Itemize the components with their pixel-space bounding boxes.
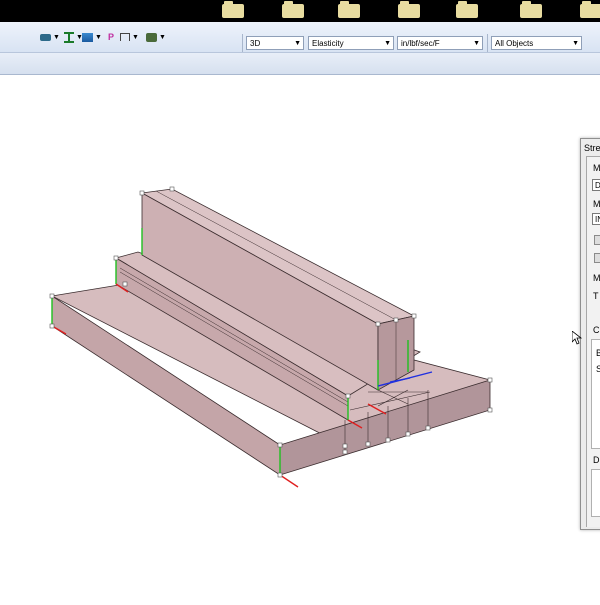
folder-icon [398, 1, 420, 18]
folder-icon [456, 1, 478, 18]
toolbar-separator [242, 34, 243, 52]
model-viewport[interactable] [0, 75, 600, 600]
model-render[interactable] [0, 75, 600, 600]
chevron-down-icon: ▼ [159, 33, 166, 41]
chevron-down-icon: ▼ [132, 33, 139, 41]
dialog-field[interactable]: D [592, 179, 600, 191]
camera-icon [146, 32, 157, 42]
dialog-body: M D M IN M T C B S D [586, 156, 600, 527]
dialog-label: D [593, 455, 600, 465]
analysis-type-select[interactable]: Elasticity ▼ [308, 36, 394, 50]
layer-icon [82, 32, 93, 42]
dialog-label: T [593, 291, 599, 301]
view-mode-select[interactable]: 3D ▼ [246, 36, 304, 50]
dialog-label: S [596, 364, 600, 374]
units-value: in/lbf/sec/F [401, 39, 440, 48]
dialog-field[interactable]: IN [592, 213, 600, 225]
dialog-title: Stre [584, 143, 600, 153]
folder-icon [520, 1, 542, 18]
chevron-down-icon: ▼ [384, 40, 391, 47]
chevron-down-icon: ▼ [53, 33, 60, 41]
dialog-label: M [593, 163, 600, 173]
chevron-down-icon: ▼ [95, 33, 102, 41]
dialog-label: M [593, 273, 600, 283]
chevron-down-icon: ▼ [572, 40, 579, 47]
dialog-label: M [593, 199, 600, 209]
object-filter-value: All Objects [495, 39, 534, 48]
secondary-toolbar [0, 53, 600, 75]
dialog-checkbox[interactable] [594, 235, 600, 245]
dialog-group-box: B S [591, 339, 600, 449]
shape-tool-button[interactable]: ▼ [40, 30, 60, 44]
view-mode-value: 3D [250, 39, 261, 48]
camera-tool-button[interactable]: ▼ [146, 30, 166, 44]
beam-icon [64, 31, 74, 43]
folder-icon [338, 1, 360, 18]
chevron-down-icon: ▼ [294, 40, 301, 47]
chevron-down-icon: ▼ [473, 40, 480, 47]
analysis-type-value: Elasticity [312, 39, 344, 48]
shape-icon [40, 33, 51, 41]
dialog-group-box [591, 469, 600, 517]
folder-icon [282, 1, 304, 18]
pin-tool-button[interactable]: P [108, 30, 114, 44]
toolbar-separator [487, 34, 488, 52]
top-strip [0, 0, 600, 22]
support-tool-button[interactable]: ▼ [120, 30, 139, 44]
beam-tool-button[interactable]: ▼ [64, 30, 83, 44]
dialog-checkbox[interactable] [594, 253, 600, 263]
object-filter-select[interactable]: All Objects ▼ [491, 36, 582, 50]
units-select[interactable]: in/lbf/sec/F ▼ [397, 36, 483, 50]
layer-tool-button[interactable]: ▼ [82, 30, 102, 44]
dialog-label: C [593, 325, 600, 335]
folder-icon [222, 1, 244, 18]
mouse-cursor-icon [572, 331, 582, 345]
pin-icon: P [108, 32, 115, 42]
support-icon [120, 33, 130, 41]
dialog-label: B [596, 348, 600, 358]
folder-icon [580, 1, 600, 18]
